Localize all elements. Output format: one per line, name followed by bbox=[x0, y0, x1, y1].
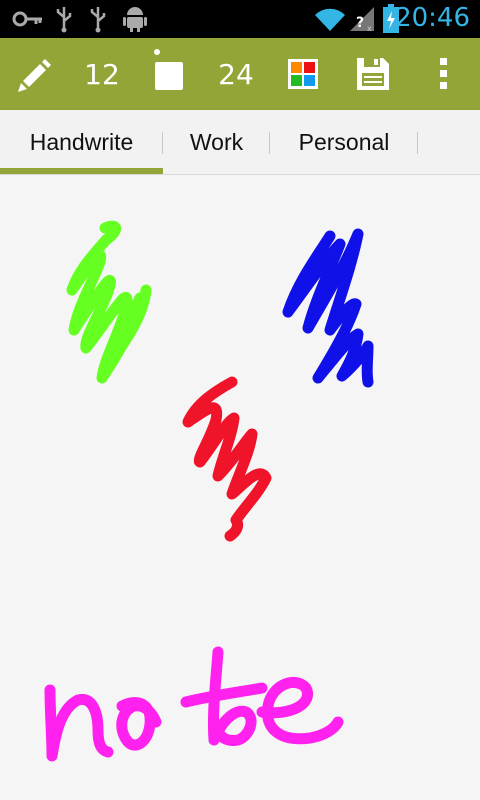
tab-label: Handwrite bbox=[29, 128, 134, 155]
status-bar: ? x 20:46 bbox=[0, 0, 480, 38]
save-icon bbox=[357, 58, 389, 90]
eraser-icon bbox=[154, 49, 183, 90]
tab-label: Work bbox=[189, 128, 244, 155]
tab-bar: Handwrite Work Personal bbox=[0, 110, 480, 175]
pen-size-value: 12 bbox=[84, 57, 120, 91]
selected-tab-indicator bbox=[0, 168, 163, 174]
usb-icon bbox=[56, 7, 72, 33]
no-sim-signal-icon: ? x bbox=[350, 7, 374, 32]
eraser-size-button[interactable]: 24 bbox=[208, 38, 264, 110]
action-bar: 12 24 bbox=[0, 38, 480, 110]
pen-button[interactable] bbox=[0, 38, 68, 110]
wifi-icon bbox=[315, 8, 345, 31]
blue-scribble bbox=[282, 228, 374, 388]
pencil-icon bbox=[18, 59, 51, 92]
drawing-canvas[interactable] bbox=[0, 175, 480, 800]
save-button[interactable] bbox=[342, 38, 404, 110]
tab-handwrite[interactable]: Handwrite bbox=[0, 110, 163, 174]
eraser-button[interactable] bbox=[140, 38, 198, 110]
tab-divider bbox=[417, 132, 418, 154]
red-scribble bbox=[182, 376, 272, 542]
magenta-handwriting bbox=[44, 646, 344, 762]
svg-text:x: x bbox=[367, 24, 372, 32]
clock: 20:46 bbox=[395, 3, 470, 33]
color-palette-icon bbox=[288, 59, 318, 89]
pen-size-button[interactable]: 12 bbox=[74, 38, 130, 110]
tab-personal[interactable]: Personal bbox=[270, 110, 418, 174]
overflow-menu-icon bbox=[440, 58, 447, 89]
overflow-menu-button[interactable] bbox=[420, 38, 468, 110]
svg-text:?: ? bbox=[356, 15, 364, 31]
android-debug-icon bbox=[123, 7, 147, 32]
color-picker-button[interactable] bbox=[272, 38, 334, 110]
key-icon bbox=[12, 11, 42, 27]
usb-icon bbox=[90, 7, 106, 33]
eraser-size-value: 24 bbox=[218, 57, 254, 91]
green-scribble bbox=[66, 220, 152, 384]
tab-label: Personal bbox=[298, 128, 390, 155]
tab-work[interactable]: Work bbox=[163, 110, 270, 174]
